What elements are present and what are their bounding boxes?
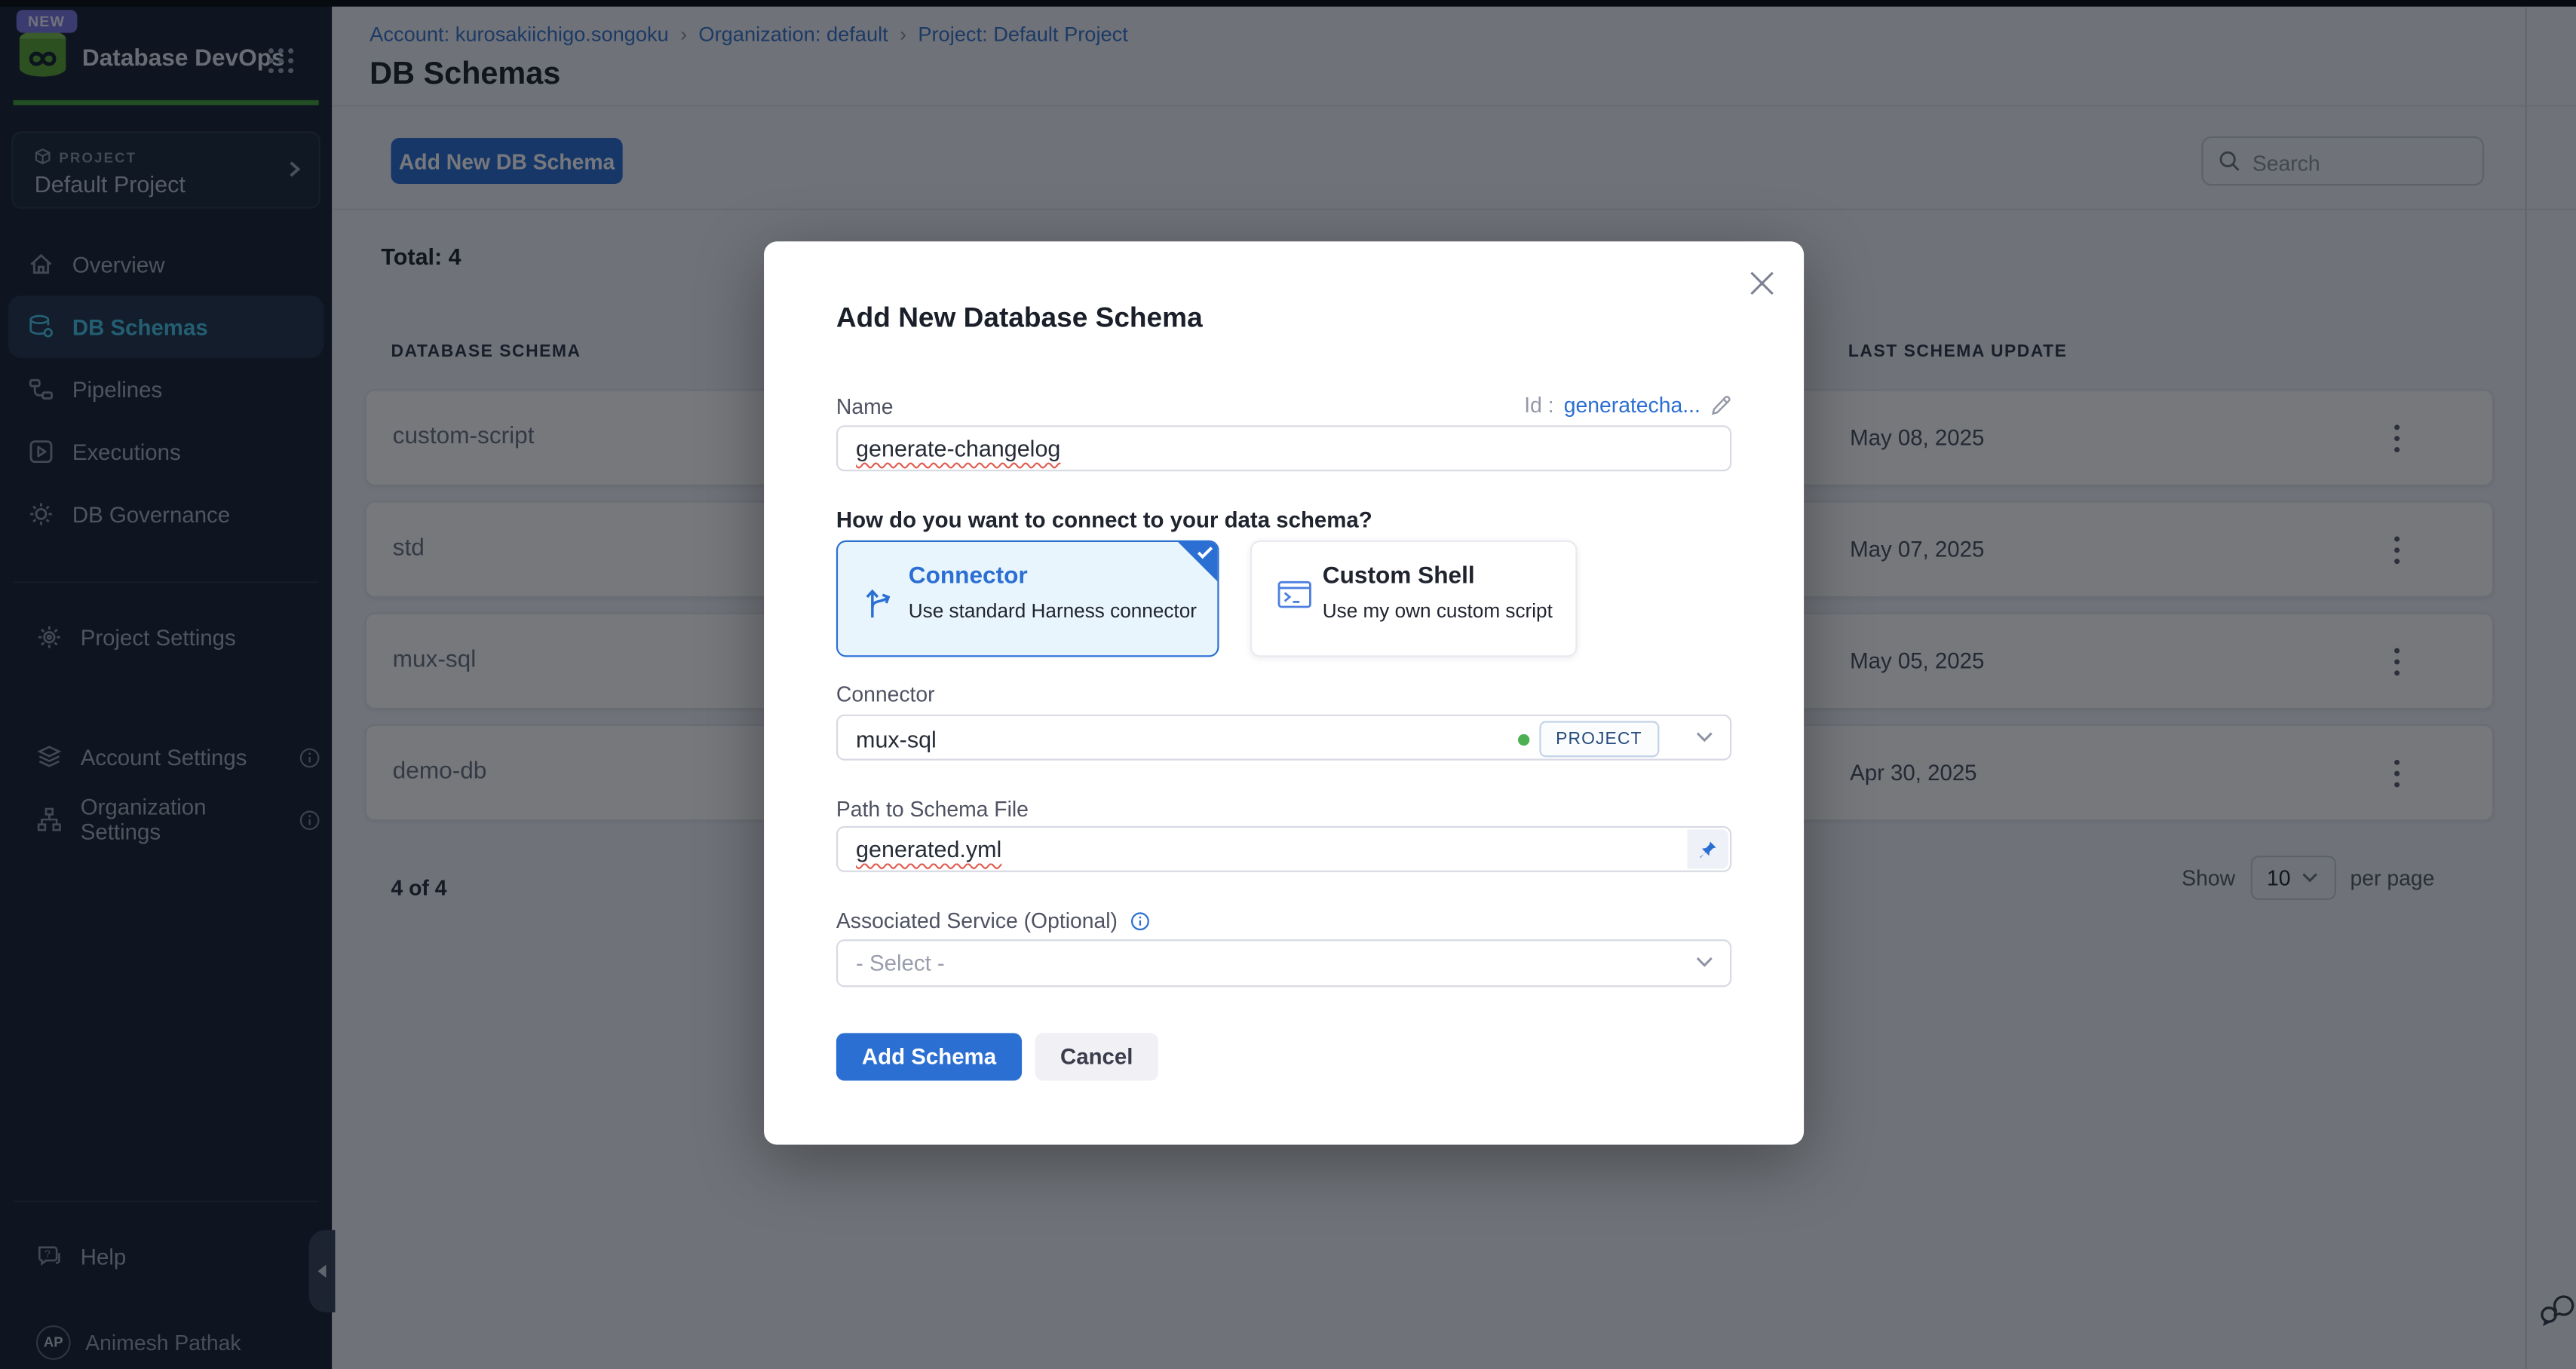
id-value-link[interactable]: generatecha... (1564, 393, 1700, 418)
terminal-icon (1277, 578, 1313, 611)
service-select[interactable]: - Select - (836, 939, 1731, 987)
connector-label: Connector (836, 681, 935, 706)
scope-badge: PROJECT (1539, 721, 1658, 757)
option-card-custom-shell[interactable]: Custom Shell Use my own custom script (1250, 541, 1578, 657)
cancel-button[interactable]: Cancel (1035, 1033, 1158, 1080)
modal-title: Add New Database Schema (836, 302, 1203, 335)
connect-question: How do you want to connect to your data … (836, 507, 1372, 532)
path-label: Path to Schema File (836, 797, 1029, 822)
path-value: generated.yml (856, 836, 1001, 862)
option-title: Custom Shell (1323, 563, 1475, 590)
check-icon (1196, 545, 1214, 560)
connector-value: mux-sql (856, 726, 937, 752)
service-label-row: Associated Service (Optional) (836, 908, 1150, 933)
name-input[interactable]: generate-changelog (836, 425, 1731, 471)
name-label: Name (836, 394, 894, 419)
connector-select[interactable]: mux-sql PROJECT (836, 715, 1731, 761)
add-schema-modal: Add New Database Schema Name Id : genera… (764, 241, 1804, 1144)
id-prefix: Id : (1524, 393, 1553, 418)
edit-pencil-icon[interactable] (1710, 394, 1731, 415)
pin-icon[interactable] (1687, 829, 1728, 868)
branch-arrows-icon (863, 581, 896, 620)
info-icon[interactable] (1130, 911, 1150, 931)
option-title: Connector (909, 563, 1028, 590)
add-schema-button[interactable]: Add Schema (836, 1033, 1022, 1080)
service-label: Associated Service (Optional) (836, 908, 1118, 933)
option-card-connector[interactable]: Connector Use standard Harness connector (836, 541, 1219, 657)
option-subtitle: Use my own custom script (1323, 599, 1553, 623)
chevron-down-icon (1695, 956, 1713, 969)
service-placeholder: - Select - (856, 951, 945, 975)
screen: NEW Database DevOps (0, 0, 2576, 1369)
id-row: Id : generatecha... (1524, 393, 1731, 418)
option-subtitle: Use standard Harness connector (909, 599, 1197, 623)
scope-status-dot (1518, 734, 1529, 746)
name-value: generate-changelog (856, 435, 1060, 461)
chevron-down-icon (1695, 730, 1713, 743)
path-input[interactable]: generated.yml (836, 826, 1731, 872)
close-icon[interactable] (1748, 269, 1776, 297)
